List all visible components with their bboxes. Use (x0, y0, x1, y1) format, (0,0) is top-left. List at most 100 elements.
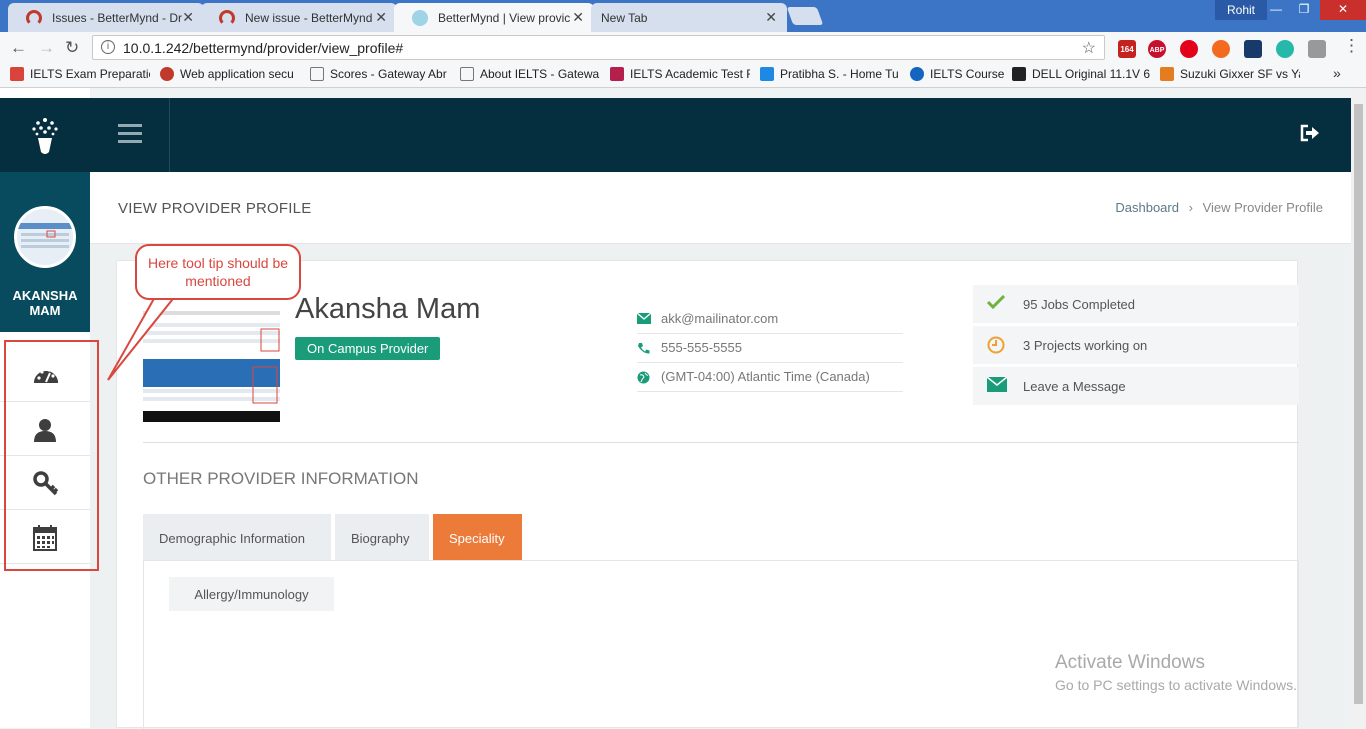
browser-tab-title: New issue - BetterMynd (245, 11, 373, 25)
bookmark-item[interactable]: Scores - Gateway Abr (310, 67, 450, 81)
timezone-text: (GMT-04:00) Atlantic Time (Canada) (661, 369, 870, 384)
extension-icon[interactable] (1212, 40, 1230, 58)
redmine-icon (26, 10, 42, 26)
provider-type-badge: On Campus Provider (295, 337, 441, 360)
bookmark-item[interactable]: Suzuki Gixxer SF vs Ya (1160, 67, 1300, 81)
windows-activation-title: Activate Windows (1055, 652, 1205, 673)
phone-text: 555-555-5555 (661, 340, 742, 355)
bookmark-item[interactable]: IELTS Course (910, 67, 1005, 81)
window-close-icon[interactable]: ✕ (1320, 0, 1366, 20)
url-input[interactable]: i 10.0.1.242/bettermynd/provider/view_pr… (92, 35, 1105, 60)
projects-text: 3 Projects working on (1023, 338, 1148, 353)
sidebar-logo-area (0, 98, 90, 172)
browser-tab[interactable]: New Tab ✕ (591, 3, 787, 32)
topbar-divider (169, 98, 170, 172)
menu-icon[interactable]: ⋮ (1343, 36, 1360, 56)
feedly-icon[interactable] (1244, 40, 1262, 58)
logout-icon[interactable] (1300, 124, 1320, 142)
bookmark-label: Scores - Gateway Abr (330, 67, 447, 81)
bookmark-item[interactable]: About IELTS - Gatewa (460, 67, 600, 81)
sidebar-user-panel: AKANSHA MAM (0, 172, 90, 332)
close-icon[interactable]: ✕ (375, 9, 387, 26)
address-bar-row: ← → ↻ i 10.0.1.242/bettermynd/provider/v… (0, 32, 1366, 62)
bookmark-label: Suzuki Gixxer SF vs Ya (1180, 67, 1300, 81)
avatar-image (17, 223, 73, 248)
bookmark-label: IELTS Course (930, 67, 1005, 81)
bookmark-item[interactable]: IELTS Academic Test F (610, 67, 750, 81)
opera-icon[interactable] (1180, 40, 1198, 58)
stat-projects: 3 Projects working on (973, 326, 1299, 364)
maximize-icon[interactable]: ❐ (1290, 0, 1318, 20)
breadcrumb-dashboard-link[interactable]: Dashboard (1115, 200, 1179, 215)
page-header: VIEW PROVIDER PROFILE Dashboard › View P… (90, 172, 1351, 244)
bookmark-item[interactable]: Web application secu (160, 67, 300, 81)
camera-icon[interactable] (1308, 40, 1326, 58)
page-scrollbar[interactable] (1351, 88, 1366, 728)
browser-tab-active[interactable]: BetterMynd | View provic ✕ (394, 3, 594, 32)
bettermynd-logo-icon[interactable] (30, 116, 60, 160)
envelope-icon (987, 377, 1007, 392)
annotation-highlight-box (4, 340, 99, 571)
browser-tab-title: BetterMynd | View provic (438, 11, 571, 25)
bookmark-favicon-icon (160, 67, 174, 81)
breadcrumb-current: View Provider Profile (1202, 200, 1323, 215)
close-icon[interactable]: ✕ (765, 9, 777, 26)
annotation-callout: Here tool tip should be mentioned (135, 244, 301, 300)
bookmark-favicon-icon (1160, 67, 1174, 81)
close-icon[interactable]: ✕ (572, 9, 584, 26)
leave-message-button[interactable]: Leave a Message (973, 367, 1299, 405)
tab-biography[interactable]: Biography (335, 514, 429, 560)
extension-m-icon[interactable] (1276, 40, 1294, 58)
contact-timezone: (GMT-04:00) Atlantic Time (Canada) (637, 363, 903, 392)
url-text: 10.0.1.242/bettermynd/provider/view_prof… (123, 40, 404, 56)
scrollbar-thumb[interactable] (1354, 104, 1363, 704)
bookmark-star-icon[interactable]: ☆ (1082, 38, 1096, 58)
minimize-icon[interactable]: — (1262, 0, 1290, 20)
edx-icon (610, 67, 624, 81)
reload-icon[interactable]: ↻ (65, 38, 79, 58)
tab-content-panel: Allergy/Immunology (143, 560, 1299, 729)
adblock-plus-icon[interactable]: ABP (1148, 40, 1166, 58)
bookmark-favicon-icon (10, 67, 24, 81)
profile-name: Akansha Mam (295, 293, 481, 325)
gmail-extension-icon[interactable]: 164 (1118, 40, 1136, 58)
phone-icon (638, 343, 650, 354)
page-title: VIEW PROVIDER PROFILE (118, 200, 312, 217)
hamburger-menu-icon[interactable] (118, 124, 142, 144)
redmine-icon (219, 10, 235, 26)
bookmark-favicon-icon (910, 67, 924, 81)
bookmark-label: DELL Original 11.1V 6 (1032, 67, 1151, 81)
bookmark-label: IELTS Academic Test F (630, 67, 750, 81)
browser-tab[interactable]: Issues - BetterMynd - Dr ✕ (8, 3, 204, 32)
page-icon (310, 67, 324, 81)
browser-tab-strip: Issues - BetterMynd - Dr ✕ New issue - B… (0, 0, 1366, 32)
close-icon[interactable]: ✕ (182, 9, 194, 26)
checkmark-icon (987, 295, 1005, 309)
bookmark-favicon-icon (760, 67, 774, 81)
section-title: OTHER PROVIDER INFORMATION (143, 469, 419, 488)
bookmarks-more-button[interactable]: » (1333, 65, 1341, 81)
page-icon (460, 67, 474, 81)
bookmark-item[interactable]: Pratibha S. - Home Tu (760, 67, 900, 81)
breadcrumb-separator: › (1188, 200, 1193, 215)
browser-profile-button[interactable]: Rohit (1215, 0, 1267, 20)
bookmark-item[interactable]: DELL Original 11.1V 6 (1012, 67, 1152, 81)
forward-icon[interactable]: → (38, 38, 55, 58)
speciality-chip: Allergy/Immunology (169, 577, 334, 611)
amazon-icon (1012, 67, 1026, 81)
envelope-icon (637, 313, 651, 324)
bookmark-label: Pratibha S. - Home Tu (780, 67, 899, 81)
email-text: akk@mailinator.com (661, 311, 779, 326)
tab-speciality[interactable]: Speciality (433, 514, 522, 560)
tab-demographic-information[interactable]: Demographic Information (143, 514, 331, 560)
stat-jobs-completed: 95 Jobs Completed (973, 285, 1299, 323)
avatar[interactable] (14, 206, 76, 268)
clock-icon (987, 336, 1005, 354)
contact-email: akk@mailinator.com (637, 305, 903, 334)
new-tab-button[interactable] (786, 7, 824, 25)
info-icon[interactable]: i (101, 40, 115, 54)
bookmark-item[interactable]: IELTS Exam Preparatic (10, 67, 150, 81)
bookmarks-bar: IELTS Exam Preparatic Web application se… (0, 62, 1366, 88)
browser-tab[interactable]: New issue - BetterMynd ✕ (201, 3, 397, 32)
back-icon[interactable]: ← (10, 38, 27, 58)
